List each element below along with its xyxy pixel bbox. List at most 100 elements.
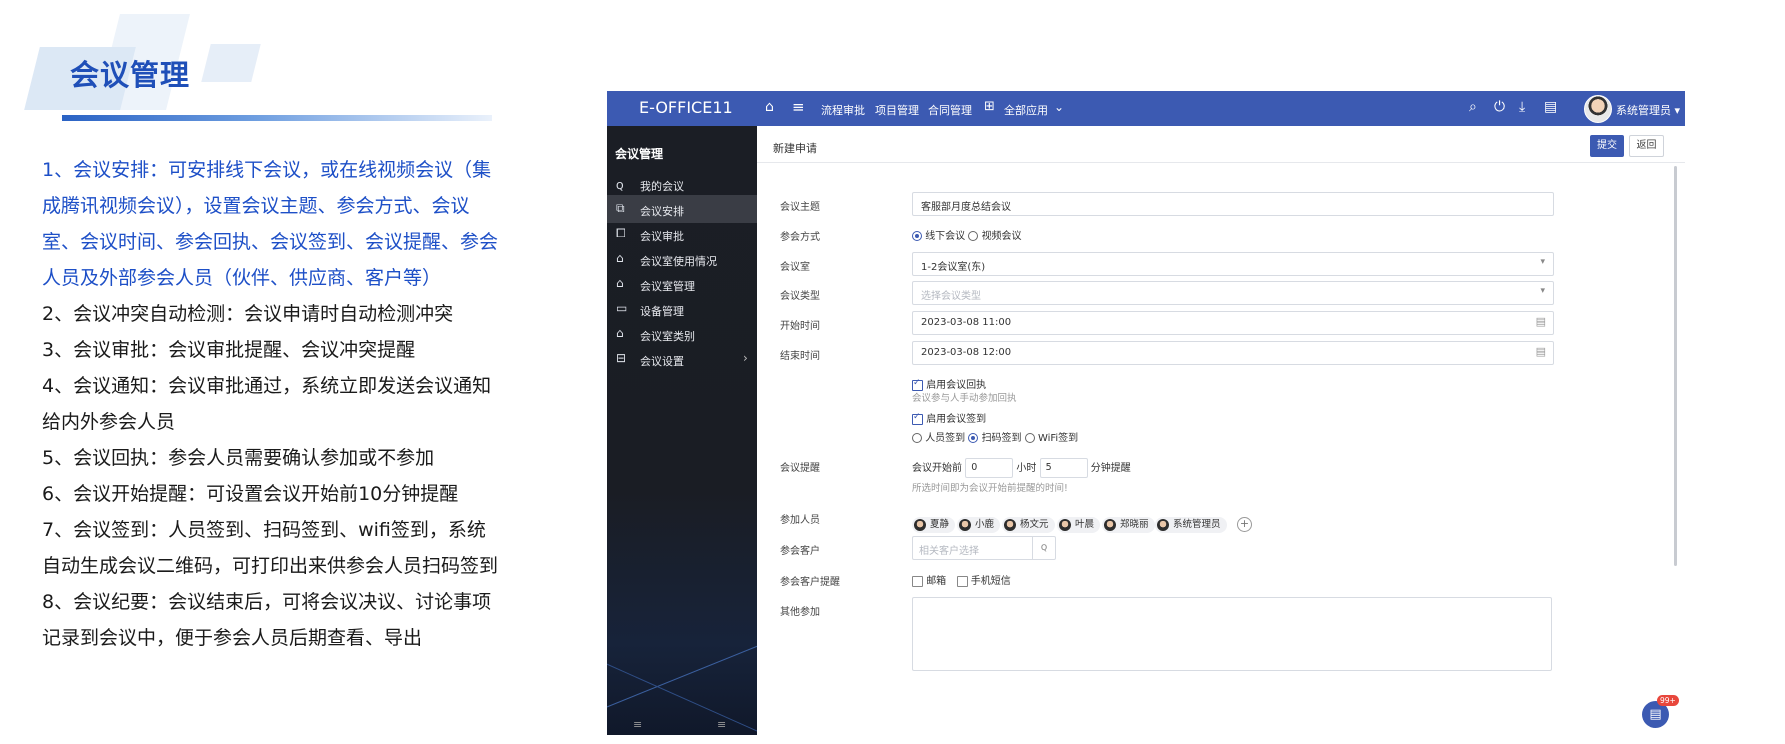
hamburger-icon[interactable]: ≡ bbox=[792, 98, 805, 116]
sidebar-item-label: 会议室管理 bbox=[640, 280, 695, 293]
scrollbar[interactable] bbox=[1674, 166, 1677, 566]
end-time-value: 2023-03-08 12:00 bbox=[921, 347, 1012, 358]
search-icon[interactable]: ⌕ bbox=[1469, 99, 1477, 115]
grid-icon[interactable]: ⊞ bbox=[984, 99, 995, 114]
avatar bbox=[1059, 519, 1071, 531]
sidebar-item-schedule[interactable]: ⧉ 会议安排 bbox=[607, 195, 757, 223]
attendee-chip[interactable]: 小鹿 bbox=[957, 517, 1001, 533]
attendee-name: 杨文元 bbox=[1020, 519, 1049, 530]
user-picker-icon[interactable]: ꞯ bbox=[1032, 537, 1055, 559]
type-label: 会议类型 bbox=[780, 291, 820, 302]
reminder-row: 会议开始前 0 小时 5 分钟提醒 bbox=[912, 458, 1131, 478]
sidebar-item-label: 会议室类别 bbox=[640, 330, 695, 343]
end-time-input[interactable]: 2023-03-08 12:00 ▤ bbox=[912, 341, 1554, 365]
sidebar-item-label: 我的会议 bbox=[640, 180, 684, 193]
reminder-hint: 所选时间即为会议开始前提醒的时间! bbox=[912, 483, 1068, 494]
nav-item-all-apps[interactable]: 全部应用 bbox=[1004, 102, 1048, 118]
sidebar-item-label: 会议安排 bbox=[640, 205, 684, 218]
collapse-icon[interactable]: ≡ bbox=[633, 718, 642, 731]
customer-remind-label: 参会客户提醒 bbox=[780, 577, 840, 588]
sidebar-item-devices[interactable]: ▭ 设备管理 bbox=[607, 295, 757, 323]
room-manage-icon: ⌂ bbox=[616, 276, 624, 290]
chevron-down-icon[interactable]: ⌄ bbox=[1054, 100, 1064, 114]
device-icon: ▭ bbox=[616, 301, 628, 315]
reminder-label: 会议提醒 bbox=[780, 463, 820, 474]
reminder-minutes-value: 5 bbox=[1045, 462, 1052, 473]
type-select[interactable]: 选择会议类型 ▾ bbox=[912, 281, 1554, 305]
calendar-icon: ▤ bbox=[1535, 315, 1546, 328]
radio-person-signin[interactable] bbox=[912, 433, 922, 443]
attendee-chip[interactable]: 夏静 bbox=[912, 517, 956, 533]
reminder-hours-input[interactable]: 0 bbox=[965, 458, 1014, 478]
reminder-hours-value: 0 bbox=[971, 462, 978, 473]
radio-qr-signin-label: 扫码签到 bbox=[981, 433, 1022, 444]
avatar[interactable] bbox=[1584, 95, 1612, 123]
radio-offline[interactable] bbox=[912, 231, 922, 241]
back-button[interactable]: 返回 bbox=[1629, 135, 1664, 157]
sidebar-item-settings[interactable]: ⊟ 会议设置 › bbox=[607, 345, 757, 373]
radio-video[interactable] bbox=[968, 231, 979, 241]
reminder-minutes-input[interactable]: 5 bbox=[1039, 458, 1088, 478]
power-icon[interactable]: ⏻ bbox=[1494, 99, 1505, 115]
sms-label: 手机短信 bbox=[970, 576, 1011, 587]
radio-qr-signin[interactable] bbox=[968, 433, 979, 443]
nav-item-contract[interactable]: 合同管理 bbox=[928, 102, 972, 118]
customer-remind-options: 邮箱 手机短信 bbox=[912, 572, 1011, 587]
approval-icon: ⧠ bbox=[616, 226, 626, 240]
add-attendee-icon[interactable]: + bbox=[1237, 517, 1252, 532]
mode-label: 参会方式 bbox=[780, 232, 820, 243]
customer-select[interactable]: 相关客户选择 ꞯ bbox=[912, 536, 1056, 560]
page-title: 新建申请 bbox=[773, 142, 817, 155]
submit-button[interactable]: 提交 bbox=[1590, 135, 1624, 157]
title-underline bbox=[62, 115, 492, 121]
layout-icon[interactable]: ≡ bbox=[717, 718, 726, 731]
sidebar: 会议管理 ꞯ 我的会议 ⧉ 会议安排 ⧠ 会议审批 ⌂ 会议室使用情况 ⌂ 会议… bbox=[607, 126, 757, 735]
sidebar-item-label: 会议室使用情况 bbox=[640, 255, 717, 268]
download-icon[interactable]: ⤓ bbox=[1519, 99, 1525, 115]
form-panel: 新建申请 提交 返回 会议主题 客服部月度总结会议 参会方式 线下会议 视频会议… bbox=[757, 126, 1685, 735]
brand-logo[interactable]: E-OFFICE11 bbox=[639, 98, 733, 117]
settings-icon: ⊟ bbox=[616, 351, 627, 365]
attendee-name: 夏静 bbox=[930, 519, 950, 530]
sidebar-item-approval[interactable]: ⧠ 会议审批 bbox=[607, 220, 757, 248]
attendee-name: 郑晓丽 bbox=[1120, 519, 1149, 530]
avatar bbox=[1004, 519, 1016, 531]
room-usage-icon: ⌂ bbox=[616, 251, 624, 265]
user-menu[interactable]: 系统管理员 ▾ bbox=[1616, 102, 1680, 118]
receipt-checkbox-row: 启用会议回执 bbox=[912, 376, 986, 391]
home-icon[interactable]: ⌂ bbox=[765, 99, 774, 115]
attendee-chip[interactable]: 杨文元 bbox=[1002, 517, 1055, 533]
document-icon[interactable]: ▤ bbox=[1544, 99, 1557, 115]
avatar bbox=[1157, 519, 1169, 531]
sidebar-item-room-usage[interactable]: ⌂ 会议室使用情况 bbox=[607, 245, 757, 273]
radio-offline-label: 线下会议 bbox=[925, 231, 966, 242]
sidebar-item-my-meetings[interactable]: ꞯ 我的会议 bbox=[607, 170, 757, 198]
sidebar-item-room-category[interactable]: ⌂ 会议室类别 bbox=[607, 320, 757, 348]
room-select[interactable]: 1-2会议室(东) ▾ bbox=[912, 252, 1554, 276]
subject-input[interactable]: 客服部月度总结会议 bbox=[912, 192, 1554, 216]
signin-radio-group: 人员签到 扫码签到 WiFi签到 bbox=[912, 429, 1078, 444]
nav-item-workflow[interactable]: 流程审批 bbox=[821, 102, 865, 118]
customer-placeholder: 相关客户选择 bbox=[919, 546, 979, 557]
form-header: 新建申请 提交 返回 bbox=[757, 126, 1685, 163]
other-attendees-textarea[interactable] bbox=[912, 597, 1552, 671]
attendee-chip[interactable]: 叶晨 bbox=[1057, 517, 1101, 533]
subject-label: 会议主题 bbox=[780, 202, 820, 213]
radio-wifi-signin[interactable] bbox=[1024, 433, 1035, 443]
top-navbar: E-OFFICE11 ⌂ ≡ 流程审批 项目管理 合同管理 ⊞ 全部应用 ⌄ ⌕… bbox=[607, 91, 1685, 126]
feature-paragraph: 2、会议冲突自动检测：会议申请时自动检测冲突 bbox=[42, 303, 454, 325]
attendee-chip[interactable]: 郑晓丽 bbox=[1102, 517, 1155, 533]
attendees-label: 参加人员 bbox=[780, 515, 820, 526]
signin-checkbox-row: 启用会议签到 bbox=[912, 410, 986, 425]
signin-checkbox[interactable] bbox=[912, 412, 923, 425]
receipt-checkbox[interactable] bbox=[912, 378, 923, 391]
sidebar-item-room-manage[interactable]: ⌂ 会议室管理 bbox=[607, 270, 757, 298]
attendee-chip[interactable]: 系统管理员 bbox=[1155, 517, 1227, 533]
nav-item-project[interactable]: 项目管理 bbox=[875, 102, 919, 118]
feature-paragraph: 3、会议审批：会议审批提醒、会议冲突提醒 bbox=[42, 339, 416, 361]
sms-checkbox[interactable] bbox=[956, 575, 968, 587]
start-time-input[interactable]: 2023-03-08 11:00 ▤ bbox=[912, 311, 1554, 335]
radio-wifi-signin-label: WiFi签到 bbox=[1037, 433, 1079, 444]
reminder-suffix: 分钟提醒 bbox=[1090, 463, 1131, 474]
email-checkbox[interactable] bbox=[912, 575, 923, 587]
